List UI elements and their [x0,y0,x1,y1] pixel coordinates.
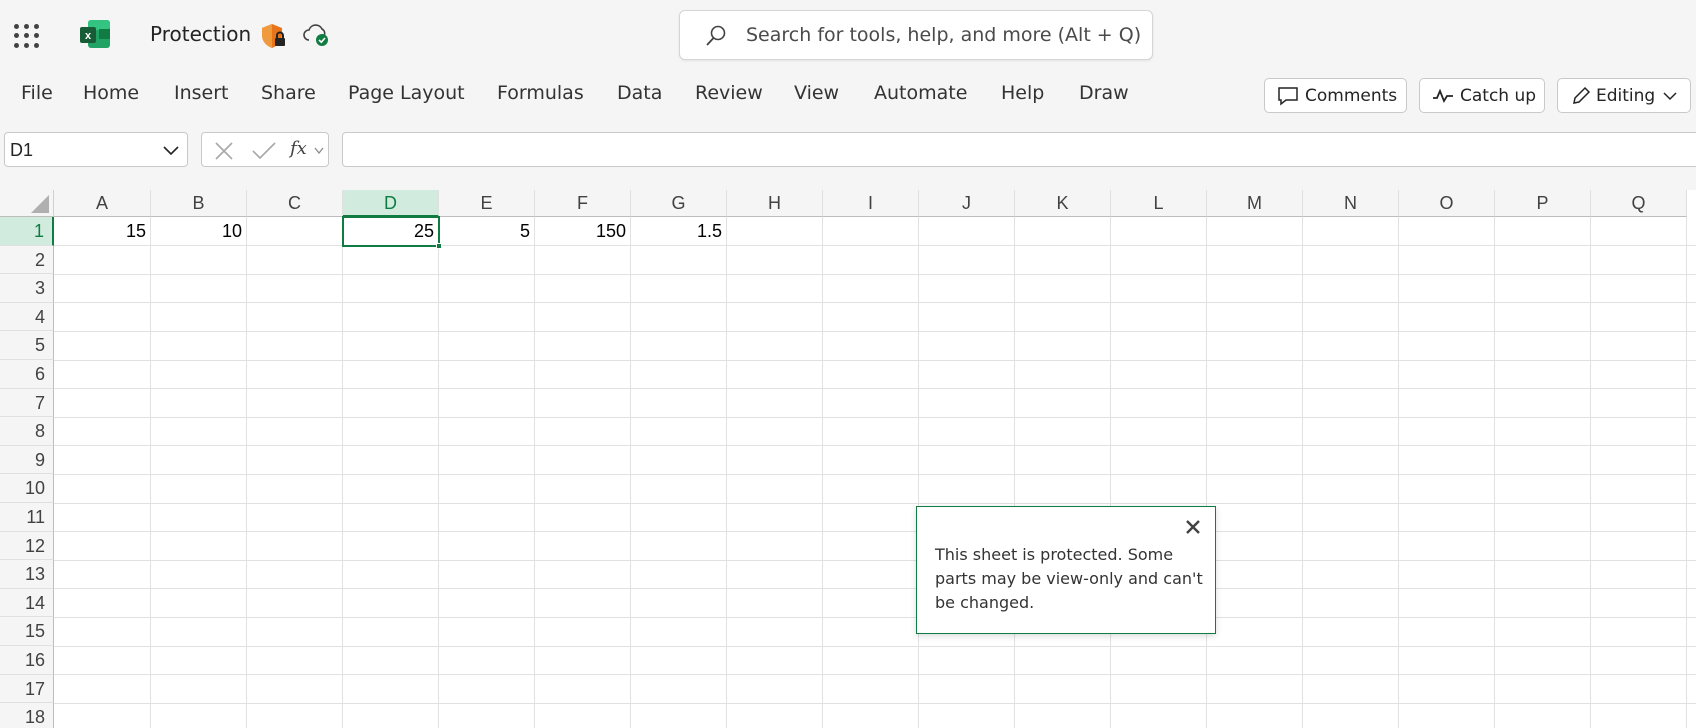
column-header-g[interactable]: G [631,190,727,217]
row-header-4[interactable]: 4 [0,302,54,332]
editing-mode-button[interactable]: Editing [1557,78,1691,113]
formula-input[interactable] [342,132,1696,167]
tab-formulas[interactable]: Formulas [497,82,584,104]
cell-b1[interactable]: 10 [150,217,246,245]
row-header-9[interactable]: 9 [0,445,54,475]
comments-label: Comments [1305,85,1398,106]
row-header-12[interactable]: 12 [0,531,54,561]
tab-share[interactable]: Share [261,82,316,104]
select-all-corner[interactable] [0,190,54,217]
tab-file[interactable]: File [21,82,53,104]
column-header-k[interactable]: K [1015,190,1111,217]
row-header-5[interactable]: 5 [0,331,54,360]
document-title[interactable]: Protection [150,22,251,46]
column-header-l[interactable]: L [1111,190,1207,217]
column-header-a[interactable]: A [54,190,151,217]
row-header-17[interactable]: 17 [0,674,54,704]
row-header-15[interactable]: 15 [0,617,54,646]
search-icon [706,25,726,46]
tab-automate[interactable]: Automate [874,82,967,104]
row-header-11[interactable]: 11 [0,503,54,532]
pulse-icon [1433,88,1453,103]
row-header-6[interactable]: 6 [0,360,54,389]
app-launcher-icon[interactable] [12,22,40,50]
catch-up-label: Catch up [1460,85,1537,106]
row-header-10[interactable]: 10 [0,474,54,503]
cloud-saved-icon[interactable] [302,22,330,48]
row-header-1[interactable]: 1 [0,217,54,246]
tab-view[interactable]: View [794,82,839,104]
tab-draw[interactable]: Draw [1079,82,1129,104]
column-header-e[interactable]: E [439,190,535,217]
row-header-2[interactable]: 2 [0,245,54,275]
sheet-protected-popup: This sheet is protected. Some parts may … [916,506,1216,634]
cell-g1[interactable]: 1.5 [630,217,726,245]
title-bar: x Protection Search for tools, help, and… [0,0,1696,66]
row-header-3[interactable]: 3 [0,274,54,303]
column-header-j[interactable]: J [919,190,1015,217]
pencil-icon [1573,86,1591,104]
cancel-icon[interactable] [214,141,234,161]
row-header-13[interactable]: 13 [0,560,54,589]
name-box[interactable]: D1 [4,132,188,167]
column-header-o[interactable]: O [1399,190,1495,217]
column-header-f[interactable]: F [535,190,631,217]
tab-page-layout[interactable]: Page Layout [348,82,465,104]
row-header-7[interactable]: 7 [0,388,54,418]
editing-label: Editing [1596,85,1656,106]
comments-button[interactable]: Comments [1264,78,1407,113]
column-header-i[interactable]: I [823,190,919,217]
cell-f1[interactable]: 150 [534,217,630,245]
row-header-18[interactable]: 18 [0,703,54,728]
insert-function-button[interactable]: fx [290,138,307,159]
enter-check-icon[interactable] [252,141,276,161]
tab-home[interactable]: Home [83,82,139,104]
name-box-value: D1 [10,140,34,160]
active-cell-outline[interactable] [342,216,442,249]
catch-up-button[interactable]: Catch up [1419,78,1545,113]
formula-controls: fx [201,132,329,167]
column-header-m[interactable]: M [1207,190,1303,217]
column-header-b[interactable]: B [151,190,247,217]
column-header-h[interactable]: H [727,190,823,217]
cell-e1[interactable]: 5 [438,217,534,245]
chevron-down-icon[interactable] [163,144,179,156]
column-header-p[interactable]: P [1495,190,1591,217]
column-header-q[interactable]: Q [1591,190,1687,217]
tab-data[interactable]: Data [617,82,662,104]
column-header-d[interactable]: D [343,190,439,217]
excel-logo-icon: x [80,20,110,48]
search-placeholder: Search for tools, help, and more (Alt + … [746,24,1142,46]
popup-message: This sheet is protected. Some parts may … [935,545,1203,612]
tab-insert[interactable]: Insert [174,82,229,104]
tab-review[interactable]: Review [695,82,763,104]
row-header-14[interactable]: 14 [0,588,54,618]
chevron-down-icon [1663,91,1677,100]
cell-a1[interactable]: 15 [54,217,150,245]
fill-handle[interactable] [436,243,442,249]
comment-icon [1278,86,1298,106]
chevron-down-icon[interactable] [314,147,324,155]
search-box[interactable]: Search for tools, help, and more (Alt + … [679,10,1153,60]
svg-text:x: x [85,30,92,42]
shield-lock-icon[interactable] [260,22,288,50]
spreadsheet-grid[interactable]: A B C D E F G H I J K L M N O P Q 1 2 3 … [0,190,1696,728]
column-header-c[interactable]: C [247,190,343,217]
cell-c1[interactable] [246,217,342,245]
close-icon[interactable] [1183,517,1203,537]
row-header-16[interactable]: 16 [0,646,54,675]
tab-help[interactable]: Help [1001,82,1044,104]
column-header-n[interactable]: N [1303,190,1399,217]
row-header-8[interactable]: 8 [0,417,54,446]
